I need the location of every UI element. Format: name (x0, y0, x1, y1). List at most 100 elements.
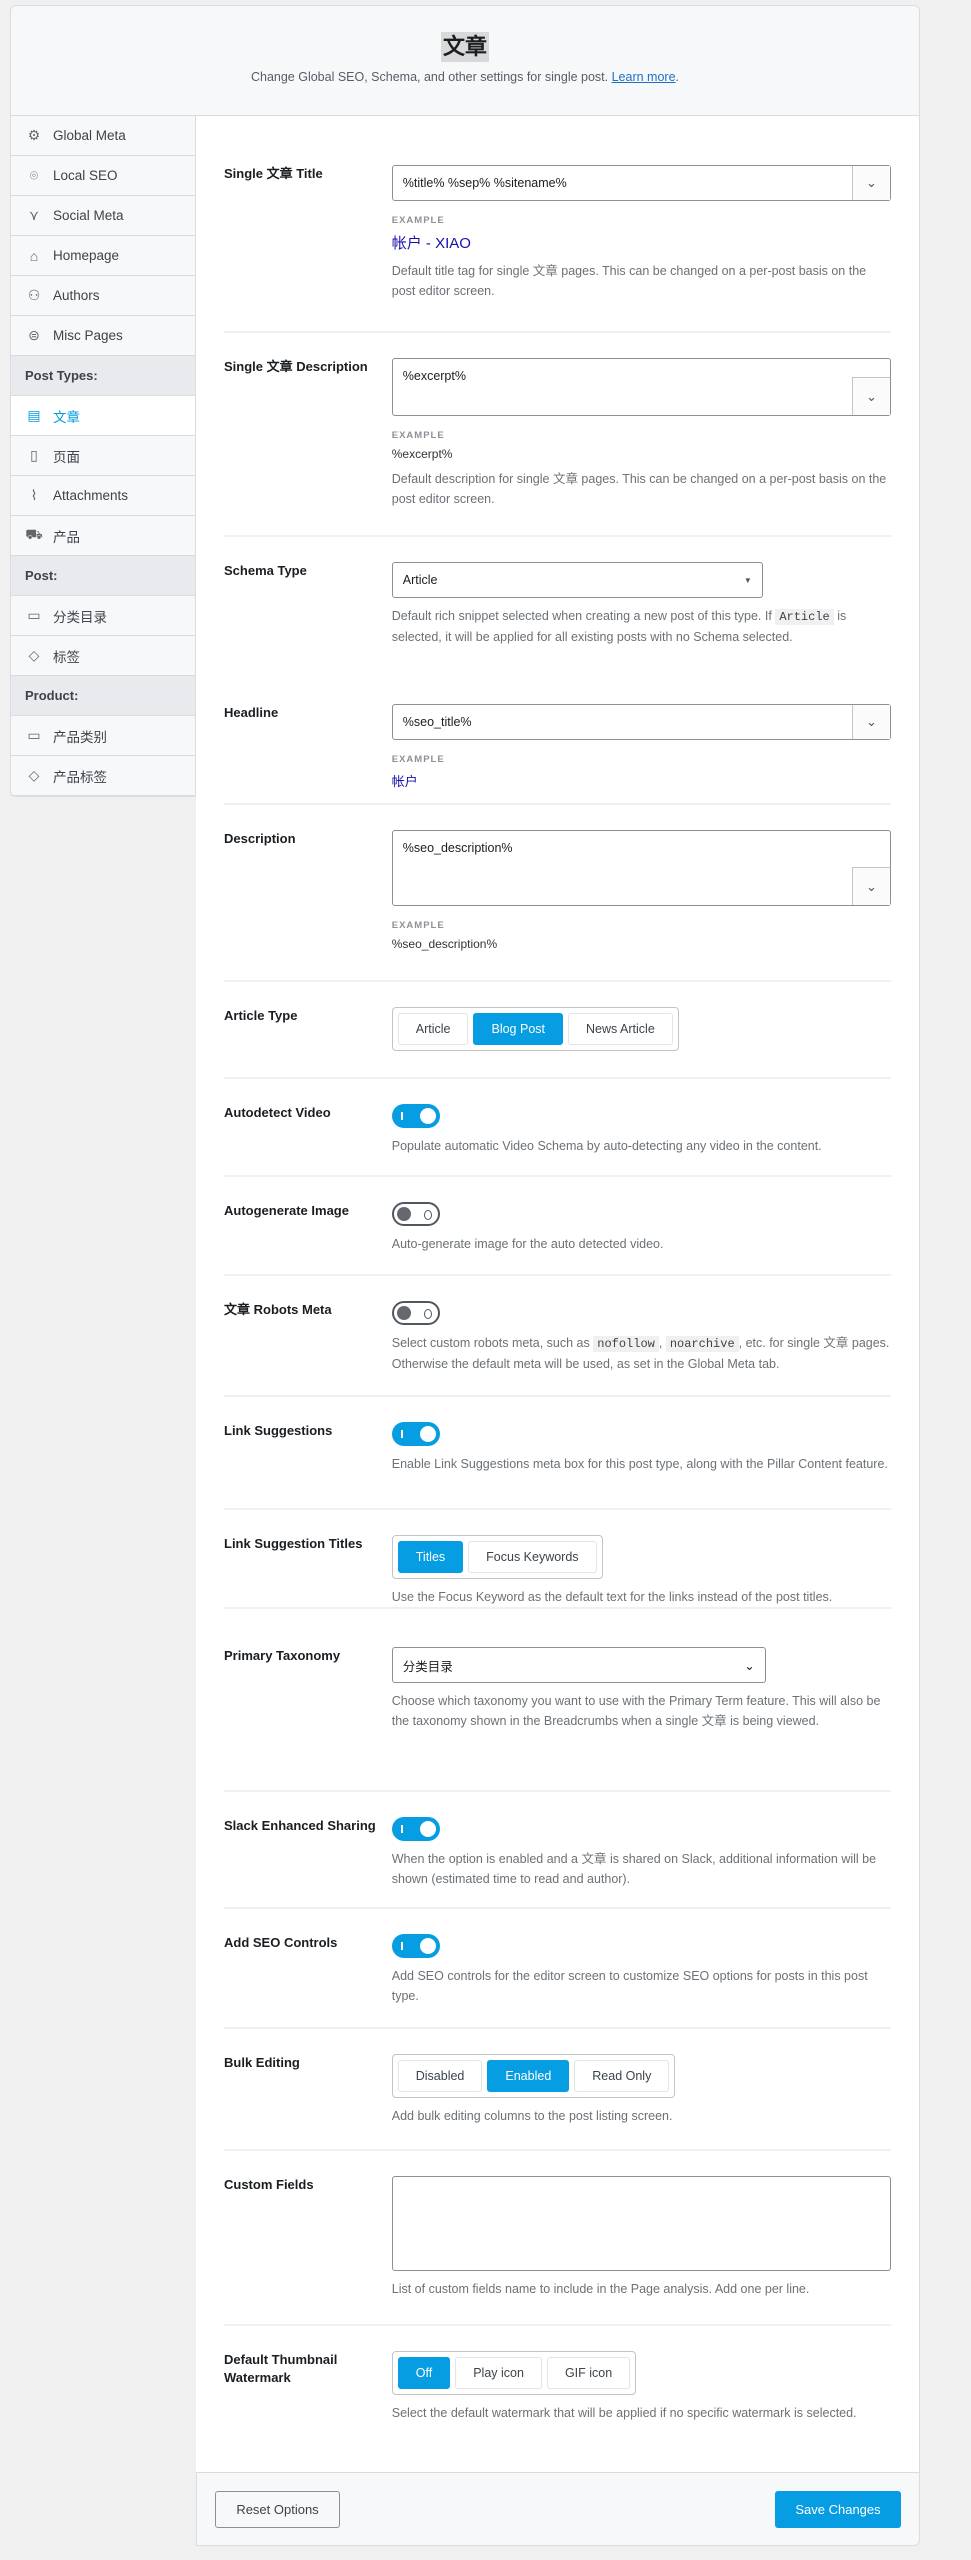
link-suggestions-toggle[interactable] (391, 1422, 440, 1446)
example-value: %seo_description% (391, 937, 498, 951)
sidebar-item-local-seo[interactable]: ⌾ Local SEO (11, 156, 195, 196)
chevron-down-icon: ⌄ (744, 1658, 755, 1673)
option-focus-keywords-button[interactable]: Focus Keywords (468, 1541, 597, 1573)
page-icon: ▯ (30, 447, 38, 463)
row-seo-controls: Add SEO Controls Add SEO controls for th… (224, 1909, 891, 2029)
field-label: Article Type (224, 1008, 298, 1023)
field-label: Autodetect Video (224, 1105, 331, 1120)
field-label: Schema Type (224, 563, 307, 578)
field-label: 文章 Robots Meta (224, 1302, 332, 1317)
seo-controls-toggle[interactable] (391, 1934, 440, 1958)
row-single-title: Single 文章 Title %title% %sep% %sitename%… (224, 140, 891, 333)
sidebar-item-global-meta[interactable]: ⚙ Global Meta (11, 116, 195, 156)
description-textarea[interactable]: %excerpt% ⌄ (391, 358, 891, 416)
variables-dropdown-button[interactable]: ⌄ (852, 867, 890, 905)
location-pin-icon: ⌾ (29, 167, 39, 183)
sidebar-item-页面[interactable]: ▯ 页面 (11, 436, 195, 476)
sidebar-item-文章[interactable]: ▤ 文章 (11, 396, 195, 436)
autogenerate-image-toggle[interactable] (391, 1202, 440, 1226)
row-bulk-editing: Bulk Editing Disabled Enabled Read Only Add… (224, 2029, 891, 2151)
sidebar-item-label: 分类目录 (53, 609, 107, 625)
sidebar-item-产品类别[interactable]: ▭ 产品类别 (11, 716, 195, 756)
field-label: Link Suggestions (224, 1423, 333, 1438)
field-label: Link Suggestion Titles (224, 1536, 363, 1551)
sidebar-item-产品标签[interactable]: ◇ 产品标签 (11, 756, 195, 796)
example-value: %excerpt% (391, 447, 453, 461)
sidebar-item-label: Homepage (53, 248, 120, 263)
sidebar-item-misc-pages[interactable]: ⊜ Misc Pages (11, 316, 195, 356)
row-custom-fields: Custom Fields List of custom fields name… (224, 2151, 891, 2326)
sidebar-item-标签[interactable]: ◇ 标签 (11, 636, 195, 676)
tag-icon: ◇ (28, 767, 40, 783)
option-blog-post-button[interactable]: Blog Post (473, 1013, 563, 1045)
variables-dropdown-button[interactable]: ⌄ (852, 166, 890, 200)
settings-content: Single 文章 Title %title% %sep% %sitename%… (196, 116, 920, 2472)
field-description: Populate automatic Video Schema by auto-… (391, 1139, 822, 1153)
headline-input[interactable]: %seo_title% ⌄ (391, 704, 891, 740)
slack-sharing-toggle[interactable] (391, 1817, 440, 1841)
row-robots-meta: 文章 Robots Meta Select custom robots meta… (224, 1276, 891, 1397)
option-read-only-button[interactable]: Read Only (574, 2060, 670, 2092)
schema-type-select[interactable]: Article ▼ (391, 562, 763, 598)
autodetect-video-toggle[interactable] (391, 1104, 440, 1128)
row-link-suggestion-titles: Link Suggestion Titles Titles Focus Keywo… (224, 1510, 891, 1609)
sidebar-item-homepage[interactable]: ⌂ Homepage (11, 236, 195, 276)
variables-dropdown-button[interactable]: ⌄ (852, 377, 890, 415)
save-changes-button[interactable]: Save Changes (775, 2490, 901, 2528)
option-titles-button[interactable]: Titles (397, 1541, 464, 1573)
reset-options-button[interactable]: Reset Options (215, 2490, 340, 2528)
sidebar-item-label: 标签 (53, 649, 80, 665)
option-off-button[interactable]: Off (397, 2357, 451, 2389)
row-link-suggestions: Link Suggestions Enable Link Suggestions… (224, 1397, 891, 1510)
article-type-selector: Article Blog Post News Article (391, 1007, 679, 1051)
sidebar-item-social-meta[interactable]: ⋎ Social Meta (11, 196, 195, 236)
row-article-type: Article Type Article Blog Post News Articl… (224, 982, 891, 1079)
settings-sidebar: ⚙ Global Meta ⌾ Local SEO ⋎ Social Meta ⌂ Homep… (10, 116, 196, 797)
field-description: Use the Focus Keyword as the default tex… (391, 1590, 833, 1604)
sidebar-section-product: Product: (11, 676, 195, 716)
example-value: 帐户 (391, 774, 418, 789)
thumbnail-watermark-selector: Off Play icon GIF icon (391, 2351, 637, 2395)
share-icon: ⋎ (28, 207, 40, 223)
row-schema-description: Description %seo_description% ⌄ EXAMPLE %… (224, 805, 891, 982)
field-description: Choose which taxonomy you want to use wi… (391, 1694, 881, 1728)
example-label: EXAMPLE (391, 215, 445, 226)
option-article-button[interactable]: Article (397, 1013, 469, 1045)
sidebar-item-label: Authors (53, 288, 100, 303)
primary-taxonomy-select[interactable]: 分类目录 ⌄ (391, 1647, 766, 1683)
field-label: Bulk Editing (224, 2055, 300, 2070)
sidebar-item-label: Global Meta (53, 128, 126, 143)
sidebar-item-authors[interactable]: ⚇ Authors (11, 276, 195, 316)
schema-description-textarea[interactable]: %seo_description% ⌄ (391, 830, 891, 906)
row-headline: Headline %seo_title% ⌄ EXAMPLE 帐户 (224, 679, 891, 805)
sidebar-item-attachments[interactable]: ⌇ Attachments (11, 476, 195, 516)
sidebar-item-label: Misc Pages (53, 328, 123, 343)
option-news-article-button[interactable]: News Article (568, 1013, 673, 1045)
title-input[interactable]: %title% %sep% %sitename% ⌄ (391, 165, 891, 201)
settings-footer: Reset Options Save Changes (196, 2472, 920, 2546)
field-label: Default Thumbnail Watermark (224, 2352, 338, 2385)
sidebar-item-产品[interactable]: ⛟ 产品 (11, 516, 195, 556)
row-autogenerate-image: Autogenerate Image Auto-generate image f… (224, 1177, 891, 1276)
custom-fields-textarea[interactable] (391, 2176, 891, 2271)
example-label: EXAMPLE (391, 754, 445, 765)
field-description: When the option is enabled and a 文章 is s… (391, 1852, 877, 1886)
field-description: Add SEO controls for the editor screen t… (391, 1969, 868, 2003)
option-disabled-button[interactable]: Disabled (397, 2060, 483, 2092)
home-icon: ⌂ (29, 247, 39, 264)
row-thumbnail-watermark: Default Thumbnail Watermark Off Play icon… (224, 2326, 891, 2472)
field-description: Select custom robots meta, such as nofol… (391, 1336, 890, 1371)
variables-dropdown-button[interactable]: ⌄ (852, 705, 890, 739)
users-icon: ⚇ (27, 287, 41, 303)
learn-more-link[interactable]: Learn more (612, 70, 676, 84)
example-label: EXAMPLE (391, 920, 445, 931)
option-enabled-button[interactable]: Enabled (487, 2060, 570, 2092)
sidebar-section-post: Post: (11, 556, 195, 596)
option-gif-icon-button[interactable]: GIF icon (546, 2357, 631, 2389)
bulk-editing-selector: Disabled Enabled Read Only (391, 2054, 676, 2098)
option-play-icon-button[interactable]: Play icon (455, 2357, 542, 2389)
sidebar-item-分类目录[interactable]: ▭ 分类目录 (11, 596, 195, 636)
folder-icon: ▭ (27, 727, 41, 743)
tag-icon: ◇ (28, 647, 40, 663)
robots-meta-toggle[interactable] (391, 1301, 440, 1325)
